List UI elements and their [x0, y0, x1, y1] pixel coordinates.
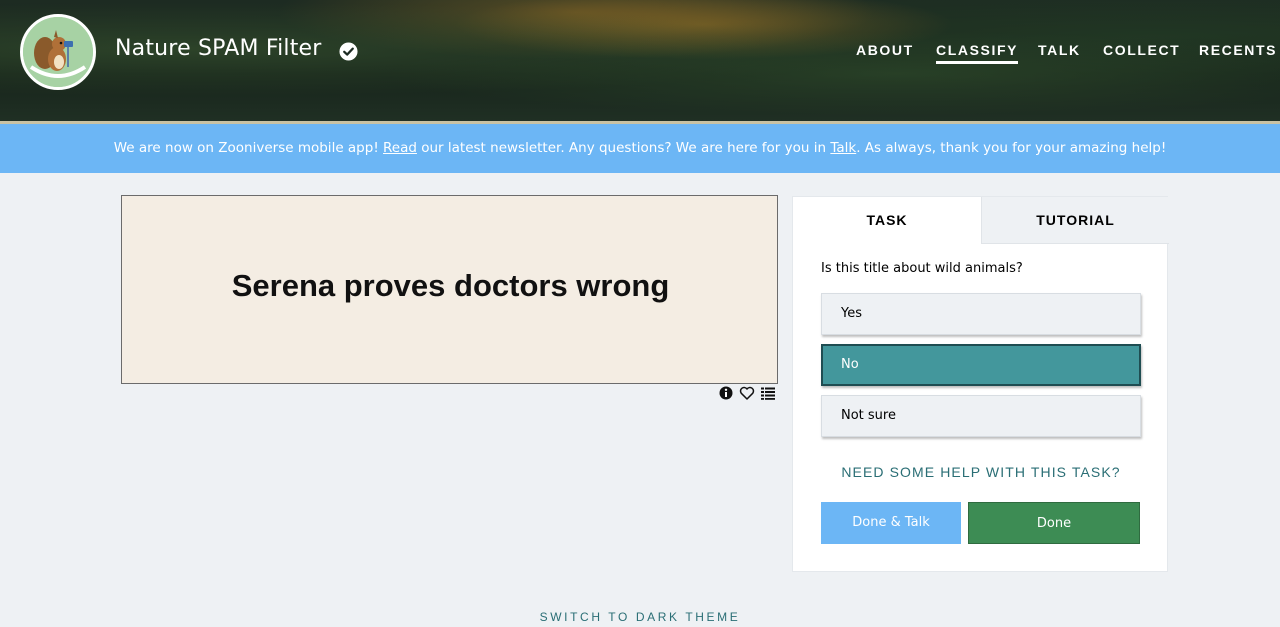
subject-title-text: Serena proves doctors wrong	[231, 268, 670, 303]
banner-talk-link[interactable]: Talk	[830, 140, 856, 156]
answer-yes[interactable]: Yes	[821, 293, 1141, 335]
nav-recents[interactable]: RECENTS	[1199, 42, 1277, 58]
squirrel-logo-icon	[23, 17, 93, 87]
tab-tutorial[interactable]: TUTORIAL	[981, 197, 1169, 244]
done-and-talk-button[interactable]: Done & Talk	[821, 502, 961, 544]
project-logo[interactable]	[20, 14, 96, 90]
banner-text-1: We are now on Zooniverse mobile app!	[113, 140, 384, 156]
project-header: Nature SPAM Filter ABOUT CLASSIFY TALK C…	[0, 0, 1280, 124]
answer-no[interactable]: No	[821, 344, 1141, 386]
subject-viewer[interactable]: Serena proves doctors wrong	[121, 195, 778, 384]
nav-collect[interactable]: COLLECT	[1103, 42, 1180, 58]
check-circle-icon	[339, 42, 358, 61]
task-question: Is this title about wild animals?	[821, 261, 1023, 276]
done-button[interactable]: Done	[968, 502, 1140, 544]
tab-task[interactable]: TASK	[793, 197, 981, 244]
banner-read-link[interactable]: Read	[383, 140, 417, 156]
site-title[interactable]: Nature SPAM Filter	[115, 36, 322, 61]
nav-classify[interactable]: CLASSIFY	[936, 42, 1019, 64]
list-icon[interactable]	[760, 385, 776, 401]
heart-icon[interactable]	[739, 385, 755, 401]
announcement-banner: We are now on Zooniverse mobile app! Rea…	[0, 124, 1280, 173]
info-icon[interactable]	[718, 385, 734, 401]
banner-text-3: . As always, thank you for your amazing …	[856, 140, 1167, 156]
nav-talk[interactable]: TALK	[1038, 42, 1081, 58]
task-help-link[interactable]: NEED SOME HELP WITH THIS TASK?	[793, 464, 1169, 480]
nav-about[interactable]: ABOUT	[856, 42, 914, 58]
answer-not-sure[interactable]: Not sure	[821, 395, 1141, 437]
dark-theme-toggle[interactable]: SWITCH TO DARK THEME	[0, 610, 1280, 624]
task-panel: TASK TUTORIAL Is this title about wild a…	[792, 196, 1169, 572]
banner-text-2: our latest newsletter. Any questions? We…	[416, 140, 831, 156]
